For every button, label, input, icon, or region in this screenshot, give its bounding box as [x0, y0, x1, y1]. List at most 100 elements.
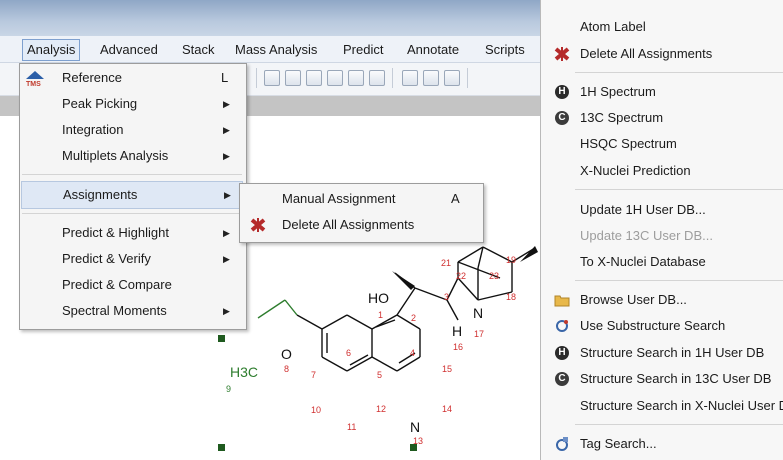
menu-separator [22, 213, 242, 214]
save-view-icon[interactable] [369, 70, 385, 86]
zoom-region-icon[interactable] [306, 70, 322, 86]
menu-annotate[interactable]: Annotate [403, 40, 463, 60]
substructure-icon [556, 320, 568, 332]
menu-mass-analysis[interactable]: Mass Analysis [231, 40, 321, 60]
submenu-arrow-icon: ▶ [223, 254, 230, 264]
zoom-out-icon[interactable] [285, 70, 301, 86]
atom-n13: N [410, 419, 420, 435]
svg-text:23: 23 [489, 271, 499, 281]
delete-assignments-icon [554, 47, 570, 61]
ctx-structure-search-13c[interactable]: C Structure Search in 13C User DB [541, 366, 783, 392]
menu-separator [575, 424, 783, 425]
svg-text:17: 17 [474, 329, 484, 339]
menu-item-integration[interactable]: Integration ▶ [20, 117, 246, 143]
h-icon: H [555, 85, 569, 99]
svg-text:18: 18 [506, 292, 516, 302]
svg-text:6: 6 [346, 348, 351, 358]
delete-assignments-icon [250, 218, 266, 232]
svg-text:9: 9 [226, 384, 231, 394]
ctx-x-nuclei-prediction[interactable]: X-Nuclei Prediction [541, 158, 783, 184]
menu-analysis[interactable]: Analysis [22, 39, 81, 61]
ctx-atom-label[interactable]: Atom Label [541, 14, 783, 40]
svg-text:4: 4 [410, 348, 415, 358]
submenu-arrow-icon: ▶ [223, 151, 230, 161]
selection-handle[interactable] [218, 444, 225, 451]
multiplet-icon[interactable] [444, 70, 460, 86]
selection-handle[interactable] [410, 444, 417, 451]
window-titlebar [0, 0, 540, 36]
menu-advanced[interactable]: Advanced [96, 40, 162, 60]
ctx-1h-spectrum[interactable]: H 1H Spectrum [541, 79, 783, 105]
svg-text:3: 3 [444, 292, 449, 302]
svg-text:5: 5 [377, 370, 382, 380]
zoom-in-icon[interactable] [264, 70, 280, 86]
atom-o: O [281, 346, 292, 362]
ctx-hsqc-spectrum[interactable]: HSQC Spectrum [541, 131, 783, 157]
svg-text:16: 16 [453, 342, 463, 352]
ctx-update-13c-user-db: Update 13C User DB... [580, 228, 713, 243]
menu-item-reference[interactable]: TMS Reference L [20, 65, 246, 91]
menu-item-delete-all-assignments[interactable]: Delete All Assignments [240, 212, 482, 238]
svg-text:1: 1 [378, 310, 383, 320]
svg-text:11: 11 [347, 422, 356, 432]
atom-h: H [452, 323, 462, 339]
svg-text:15: 15 [442, 364, 452, 374]
ctx-tag-search[interactable]: Tag Search... [541, 431, 783, 457]
ctx-structure-search-x-nuclei[interactable]: Structure Search in X-Nuclei User DB [541, 393, 783, 419]
svg-text:22: 22 [456, 271, 466, 281]
tag-icon [556, 437, 568, 451]
c-icon: C [555, 111, 569, 125]
menu-item-predict-highlight[interactable]: Predict & Highlight ▶ [20, 220, 246, 246]
toolbar-separator [392, 68, 393, 88]
menu-item-predict-verify[interactable]: Predict & Verify ▶ [20, 246, 246, 272]
tms-icon: TMS [26, 71, 44, 86]
c-icon: C [555, 372, 569, 386]
ctx-update-1h-user-db[interactable]: Update 1H User DB... [541, 197, 783, 223]
menu-separator [22, 174, 242, 175]
svg-text:2: 2 [411, 313, 416, 323]
menu-separator [575, 72, 783, 73]
menu-item-multiplets-analysis[interactable]: Multiplets Analysis ▶ [20, 143, 246, 169]
svg-text:TMS: TMS [26, 81, 41, 86]
svg-text:14: 14 [442, 404, 452, 414]
ctx-to-x-nuclei-database[interactable]: To X-Nuclei Database [541, 249, 783, 275]
folder-icon [554, 295, 570, 307]
menu-item-spectral-moments[interactable]: Spectral Moments ▶ [20, 298, 246, 324]
menu-stack[interactable]: Stack [178, 40, 219, 60]
atom-methyl: H3C [230, 364, 258, 380]
svg-text:12: 12 [376, 404, 386, 414]
menu-scripts[interactable]: Scripts [481, 40, 529, 60]
ctx-use-substructure-search[interactable]: Use Substructure Search [541, 313, 783, 339]
menu-item-manual-assignment[interactable]: Manual Assignment A [240, 186, 482, 212]
submenu-arrow-icon: ▶ [223, 306, 230, 316]
menu-separator [575, 189, 783, 190]
svg-text:8: 8 [284, 364, 289, 374]
toolbar-separator [256, 68, 257, 88]
submenu-arrow-icon: ▶ [224, 190, 231, 200]
menu-item-predict-compare[interactable]: Predict & Compare [20, 272, 246, 298]
peak-icon[interactable] [402, 70, 418, 86]
pan-icon[interactable] [327, 70, 343, 86]
svg-text:21: 21 [441, 258, 451, 268]
ctx-structure-search-1h[interactable]: H Structure Search in 1H User DB [541, 340, 783, 366]
ctx-13c-spectrum[interactable]: C 13C Spectrum [541, 105, 783, 131]
svg-text:10: 10 [311, 405, 321, 415]
menu-predict[interactable]: Predict [339, 40, 387, 60]
submenu-arrow-icon: ▶ [223, 99, 230, 109]
submenu-arrow-icon: ▶ [223, 125, 230, 135]
menu-item-assignments[interactable]: Assignments ▶ [21, 181, 243, 209]
menu-separator [575, 280, 783, 281]
svg-text:7: 7 [311, 370, 316, 380]
toolbar-separator [467, 68, 468, 88]
atom-ho: HO [368, 290, 389, 306]
integral-icon[interactable] [423, 70, 439, 86]
ctx-delete-all-assignments[interactable]: Delete All Assignments [541, 41, 783, 67]
selection-handle[interactable] [218, 335, 225, 342]
fit-icon[interactable] [348, 70, 364, 86]
ctx-browse-user-db[interactable]: Browse User DB... [541, 287, 783, 313]
h-icon: H [555, 346, 569, 360]
menu-item-peak-picking[interactable]: Peak Picking ▶ [20, 91, 246, 117]
atom-n17: N [473, 305, 483, 321]
submenu-arrow-icon: ▶ [223, 228, 230, 238]
svg-text:19: 19 [506, 255, 516, 265]
